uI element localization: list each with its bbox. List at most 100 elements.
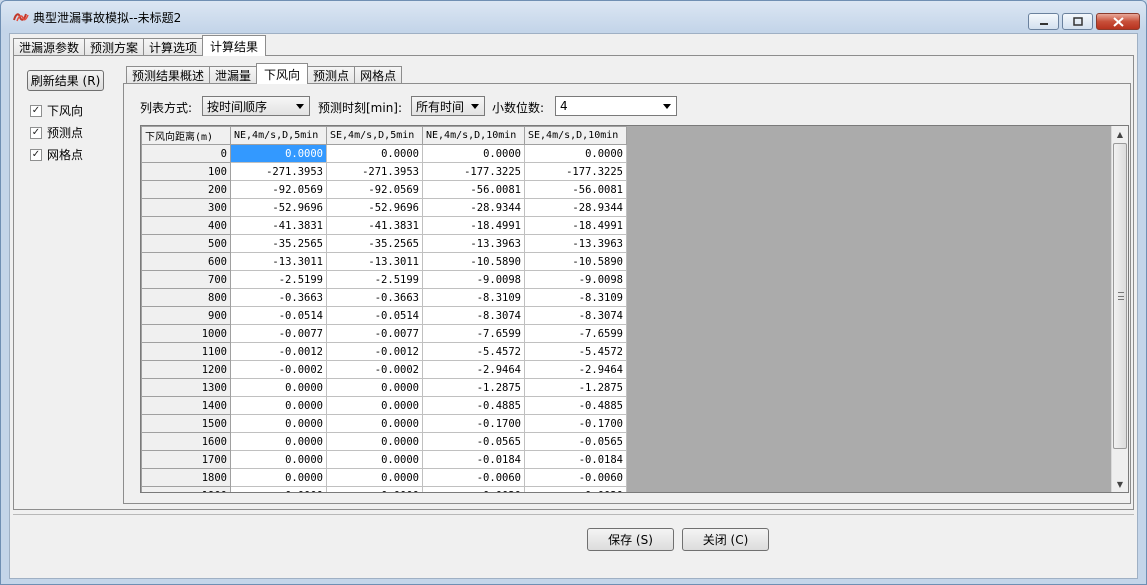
tab-leak-source-params[interactable]: 泄漏源参数 [13,38,86,56]
maximize-button[interactable] [1062,13,1093,30]
table-cell[interactable]: -0.0565 [524,432,627,451]
table-row[interactable]: 500 -35.2565 -35.2565 -13.3963 -13.3963 [141,234,627,253]
table-row[interactable]: 300 -52.9696 -52.9696 -28.9344 -28.9344 [141,198,627,217]
table-cell[interactable]: -0.0020 [422,486,525,492]
table-row[interactable]: 400 -41.3831 -41.3831 -18.4991 -18.4991 [141,216,627,235]
row-header[interactable]: 1100 [141,342,231,361]
table-cell[interactable]: 0.0000 [326,396,423,415]
table-row[interactable]: 900 -0.0514 -0.0514 -8.3074 -8.3074 [141,306,627,325]
table-cell[interactable]: -8.3074 [524,306,627,325]
table-cell[interactable]: -0.0002 [326,360,423,379]
table-cell[interactable]: 0.0000 [326,450,423,469]
table-cell[interactable]: -0.0060 [422,468,525,487]
table-cell[interactable]: -35.2565 [230,234,327,253]
table-row[interactable]: 800 -0.3663 -0.3663 -8.3109 -8.3109 [141,288,627,307]
table-cell[interactable]: 0.0000 [230,378,327,397]
column-header[interactable]: SE,4m/s,D,10min [524,126,627,145]
tab-downwind[interactable]: 下风向 [256,63,309,84]
tab-result-overview[interactable]: 预测结果概述 [126,66,211,84]
table-cell[interactable]: -41.3831 [230,216,327,235]
table-cell[interactable]: -13.3963 [524,234,627,253]
table-row[interactable]: 1300 0.0000 0.0000 -1.2875 -1.2875 [141,378,627,397]
table-cell[interactable]: 0.0000 [326,468,423,487]
row-header[interactable]: 800 [141,288,231,307]
table-cell[interactable]: 0.0000 [422,144,525,163]
table-row[interactable]: 700 -2.5199 -2.5199 -9.0098 -9.0098 [141,270,627,289]
checkbox-grid-point[interactable]: ✓ 网格点 [30,146,83,163]
table-cell[interactable]: -35.2565 [326,234,423,253]
row-header[interactable]: 700 [141,270,231,289]
row-header[interactable]: 1000 [141,324,231,343]
title-bar[interactable]: 典型泄漏事故模拟--未标题2 [1,1,1146,31]
table-cell[interactable]: -0.1700 [422,414,525,433]
decimals-select[interactable]: 4 [555,96,677,116]
table-cell[interactable]: -28.9344 [524,198,627,217]
table-cell[interactable]: -271.3953 [230,162,327,181]
table-cell[interactable]: -0.0077 [326,324,423,343]
table-cell[interactable]: -0.0002 [230,360,327,379]
table-row[interactable]: 200 -92.0569 -92.0569 -56.0081 -56.0081 [141,180,627,199]
tab-prediction-points[interactable]: 预测点 [307,66,356,84]
results-grid[interactable]: 下风向距离(m) NE,4m/s,D,5min SE,4m/s,D,5min NE,4… [140,125,1129,493]
table-row[interactable]: 1500 0.0000 0.0000 -0.1700 -0.1700 [141,414,627,433]
row-header[interactable]: 1700 [141,450,231,469]
table-cell[interactable]: -0.0020 [524,486,627,492]
table-row[interactable]: 1600 0.0000 0.0000 -0.0565 -0.0565 [141,432,627,451]
table-cell[interactable]: -0.0012 [230,342,327,361]
close-button[interactable] [1096,13,1140,30]
row-header[interactable]: 1300 [141,378,231,397]
scrollbar-thumb[interactable] [1113,143,1127,449]
scroll-up-icon[interactable]: ▲ [1112,126,1128,142]
row-header[interactable]: 1400 [141,396,231,415]
table-cell[interactable]: -2.5199 [230,270,327,289]
table-cell[interactable]: -92.0569 [326,180,423,199]
table-cell[interactable]: 0.0000 [230,450,327,469]
table-cell[interactable]: -10.5890 [422,252,525,271]
table-cell[interactable]: -177.3225 [422,162,525,181]
table-cell[interactable]: -56.0081 [422,180,525,199]
table-cell[interactable]: -13.3963 [422,234,525,253]
table-cell[interactable]: -5.4572 [524,342,627,361]
table-cell[interactable]: -18.4991 [524,216,627,235]
column-header[interactable]: SE,4m/s,D,5min [326,126,423,145]
row-header[interactable]: 1200 [141,360,231,379]
table-cell[interactable]: 0.0000 [230,414,327,433]
table-row[interactable]: 1400 0.0000 0.0000 -0.4885 -0.4885 [141,396,627,415]
table-cell[interactable]: -9.0098 [422,270,525,289]
column-header[interactable]: 下风向距离(m) [141,126,231,145]
row-header[interactable]: 1500 [141,414,231,433]
table-cell[interactable]: -0.0514 [326,306,423,325]
table-cell[interactable]: -0.4885 [422,396,525,415]
close-dialog-button[interactable]: 关闭 (C) [682,528,769,551]
table-row[interactable]: 600 -13.3011 -13.3011 -10.5890 -10.5890 [141,252,627,271]
table-cell[interactable]: -13.3011 [230,252,327,271]
table-cell[interactable]: -52.9696 [326,198,423,217]
vertical-scrollbar[interactable]: ▲ ▼ [1111,126,1128,492]
row-header[interactable]: 500 [141,234,231,253]
table-cell[interactable]: -0.1700 [524,414,627,433]
table-row[interactable]: 1100 -0.0012 -0.0012 -5.4572 -5.4572 [141,342,627,361]
table-cell[interactable]: -271.3953 [326,162,423,181]
table-row[interactable]: 1700 0.0000 0.0000 -0.0184 -0.0184 [141,450,627,469]
row-header[interactable]: 1600 [141,432,231,451]
table-cell[interactable]: -0.3663 [230,288,327,307]
tab-prediction-plan[interactable]: 预测方案 [84,38,145,56]
table-cell[interactable]: 0.0000 [326,378,423,397]
table-cell[interactable]: 0.0000 [524,144,627,163]
table-cell[interactable]: -52.9696 [230,198,327,217]
table-cell[interactable]: -41.3831 [326,216,423,235]
table-cell[interactable]: -0.0184 [524,450,627,469]
table-cell[interactable]: 0.0000 [230,144,327,163]
table-cell[interactable]: 0.0000 [326,414,423,433]
list-mode-select[interactable]: 按时间顺序 [202,96,310,116]
row-header[interactable]: 600 [141,252,231,271]
table-cell[interactable]: -0.0012 [326,342,423,361]
scroll-down-icon[interactable]: ▼ [1112,476,1128,492]
row-header[interactable]: 400 [141,216,231,235]
table-cell[interactable]: 0.0000 [230,396,327,415]
row-header[interactable]: 1900 [141,486,231,492]
row-header[interactable]: 300 [141,198,231,217]
table-cell[interactable]: -1.2875 [524,378,627,397]
table-row[interactable]: 19000.00000.0000-0.0020-0.0020 [141,486,627,492]
row-header[interactable]: 200 [141,180,231,199]
